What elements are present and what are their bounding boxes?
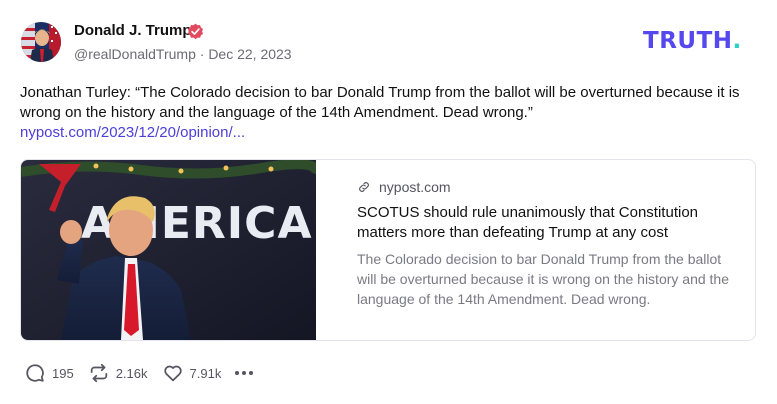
retruth-arrows-icon — [90, 363, 107, 383]
author-name[interactable]: Donald J. Trump — [74, 22, 192, 39]
author-handle[interactable]: @realDonaldTrump — [74, 46, 196, 62]
truth-social-logo[interactable]: TRUTH. — [643, 28, 742, 58]
retruth-button[interactable]: 2.16k — [88, 362, 148, 384]
more-dots-icon — [235, 371, 240, 375]
avatar-image — [21, 22, 61, 62]
link-preview-domain: nypost.com — [379, 179, 451, 195]
truth-post: Donald J. Trump @realDonaldTrump · Dec 2… — [0, 0, 777, 404]
link-preview-body: nypost.com SCOTUS should rule unanimousl… — [357, 178, 737, 309]
meta-separator: · — [195, 46, 209, 62]
link-preview-domain-row: nypost.com — [357, 178, 737, 196]
link-icon — [359, 182, 369, 192]
avatar[interactable] — [21, 22, 61, 62]
brand-name: TRUTH — [643, 28, 733, 54]
link-preview-title[interactable]: SCOTUS should rule unanimously that Cons… — [357, 203, 737, 243]
heart-icon — [163, 365, 182, 382]
post-link[interactable]: nypost.com/2023/12/20/opinion/... — [20, 123, 245, 143]
link-preview-description: The Colorado decision to bar Donald Trum… — [357, 251, 729, 307]
more-options-button[interactable] — [235, 371, 256, 375]
more-dots-icon — [249, 371, 254, 375]
brand-dot: . — [732, 28, 742, 54]
post-action-bar: 195 2.16k 7.91k — [24, 361, 256, 385]
link-preview-image[interactable]: AMERICA GAIN! — [21, 160, 316, 340]
more-dots-icon — [242, 371, 247, 375]
like-button[interactable]: 7.91k — [162, 362, 222, 384]
post-text: Jonathan Turley: “The Colorado decision … — [20, 84, 740, 121]
author-meta: @realDonaldTrump · Dec 22, 2023 — [74, 46, 292, 62]
post-date[interactable]: Dec 22, 2023 — [208, 46, 291, 62]
link-preview-card[interactable]: AMERICA GAIN! nypost.com SCOTUS should r… — [20, 159, 756, 341]
reply-bubble-icon — [26, 364, 44, 382]
retruth-count: 2.16k — [115, 365, 148, 381]
like-count: 7.91k — [189, 365, 222, 381]
verified-badge-icon — [188, 23, 203, 40]
reply-button[interactable]: 195 — [24, 362, 74, 384]
reply-count: 195 — [52, 365, 74, 381]
